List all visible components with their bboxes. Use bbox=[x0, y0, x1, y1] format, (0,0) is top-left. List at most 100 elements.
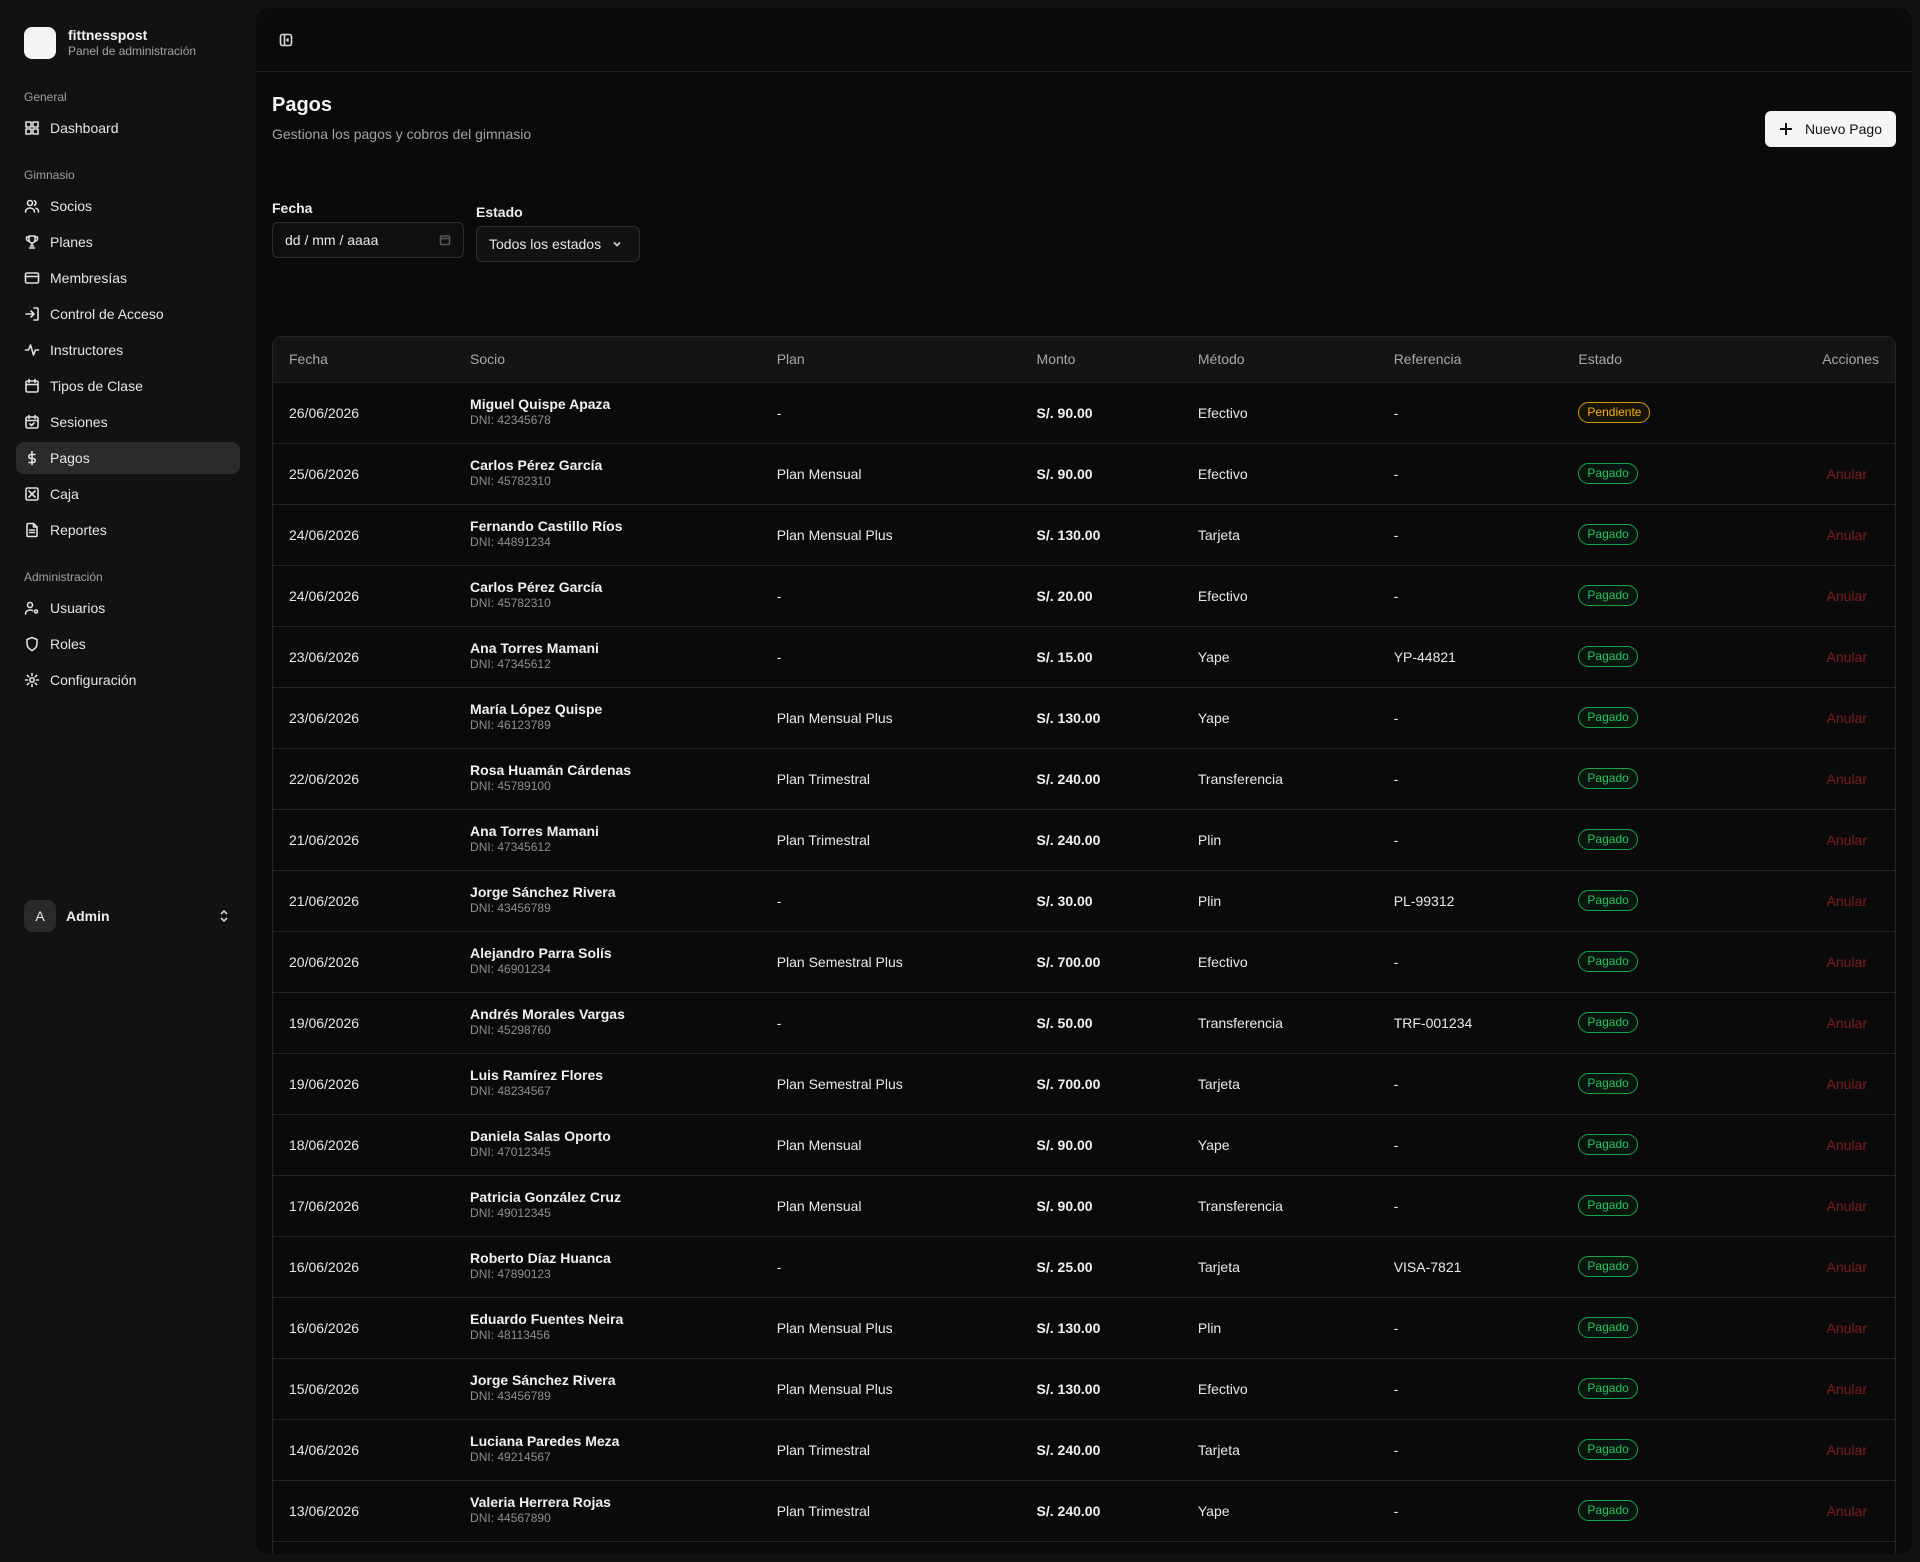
member-name: Rosa Huamán Cárdenas bbox=[470, 762, 632, 779]
sidebar-toggle-button[interactable] bbox=[272, 26, 300, 54]
column-header[interactable]: Acciones bbox=[1747, 337, 1895, 383]
sidebar-item-reportes[interactable]: Reportes bbox=[16, 514, 240, 546]
amount-cell: S/. 90.00 bbox=[1036, 1197, 1093, 1214]
column-header[interactable]: Método bbox=[1181, 337, 1378, 383]
void-payment-button[interactable]: Anular bbox=[1827, 588, 1879, 604]
table-row[interactable]: 16/06/2026 Eduardo Fuentes Neira DNI: 48… bbox=[273, 1297, 1895, 1358]
void-payment-button[interactable]: Anular bbox=[1827, 954, 1879, 970]
table-row[interactable]: 12/06/2026 Antonio Cárdenas Vega DNI: 41… bbox=[273, 1541, 1895, 1554]
table-row[interactable]: 19/06/2026 Andrés Morales Vargas DNI: 45… bbox=[273, 992, 1895, 1053]
table-row[interactable]: 23/06/2026 Ana Torres Mamani DNI: 473456… bbox=[273, 626, 1895, 687]
sidebar-item-dashboard[interactable]: Dashboard bbox=[16, 112, 240, 144]
void-payment-button[interactable]: Anular bbox=[1827, 893, 1879, 909]
void-payment-button[interactable]: Anular bbox=[1827, 1015, 1879, 1031]
sidebar-item-planes[interactable]: Planes bbox=[16, 226, 240, 258]
date-input[interactable]: dd / mm / aaaa bbox=[272, 222, 464, 258]
void-payment-button[interactable]: Anular bbox=[1827, 710, 1879, 726]
table-row[interactable]: 20/06/2026 Alejandro Parra Solís DNI: 46… bbox=[273, 931, 1895, 992]
method-cell: Efectivo bbox=[1197, 953, 1248, 970]
member-cell: Luis Ramírez Flores DNI: 48234567 bbox=[454, 1053, 761, 1114]
actions-cell: Anular bbox=[1747, 626, 1895, 687]
void-payment-button[interactable]: Anular bbox=[1827, 1320, 1879, 1336]
table-row[interactable]: 22/06/2026 Rosa Huamán Cárdenas DNI: 457… bbox=[273, 748, 1895, 809]
calendar-icon bbox=[439, 235, 451, 246]
column-header[interactable]: Monto bbox=[1020, 337, 1182, 383]
void-payment-button[interactable]: Anular bbox=[1827, 527, 1879, 543]
table-row[interactable]: 23/06/2026 María López Quispe DNI: 46123… bbox=[273, 687, 1895, 748]
amount-cell: S/. 240.00 bbox=[1036, 831, 1101, 848]
void-payment-button[interactable]: Anular bbox=[1827, 1198, 1879, 1214]
column-header[interactable]: Estado bbox=[1562, 337, 1748, 383]
member-cell: Luciana Paredes Meza DNI: 49214567 bbox=[454, 1419, 761, 1480]
void-payment-button[interactable]: Anular bbox=[1827, 1442, 1879, 1458]
column-header[interactable]: Plan bbox=[760, 337, 1021, 383]
sidebar-item-socios[interactable]: Socios bbox=[16, 190, 240, 222]
table-row[interactable]: 21/06/2026 Jorge Sánchez Rivera DNI: 434… bbox=[273, 870, 1895, 931]
member-cell: Fernando Castillo Ríos DNI: 44891234 bbox=[454, 504, 761, 565]
table-row[interactable]: 14/06/2026 Luciana Paredes Meza DNI: 492… bbox=[273, 1419, 1895, 1480]
status-cell: Pagado bbox=[1562, 1419, 1747, 1480]
table-row[interactable]: 25/06/2026 Carlos Pérez García DNI: 4578… bbox=[273, 443, 1895, 504]
member-cell: Alejandro Parra Solís DNI: 46901234 bbox=[454, 931, 761, 992]
table-row[interactable]: 19/06/2026 Luis Ramírez Flores DNI: 4823… bbox=[273, 1053, 1895, 1114]
user-menu[interactable]: A Admin bbox=[16, 896, 240, 936]
table-row[interactable]: 21/06/2026 Ana Torres Mamani DNI: 473456… bbox=[273, 809, 1895, 870]
table-row[interactable]: 26/06/2026 Miguel Quispe Apaza DNI: 4234… bbox=[273, 382, 1895, 443]
member-dni: DNI: 48113456 bbox=[470, 1328, 550, 1343]
table-row[interactable]: 24/06/2026 Carlos Pérez García DNI: 4578… bbox=[273, 565, 1895, 626]
sidebar-item-configuracion[interactable]: Configuración bbox=[16, 664, 240, 696]
brand[interactable]: fittnesspost Panel de administración bbox=[16, 16, 240, 64]
actions-cell: Anular bbox=[1747, 504, 1895, 565]
topbar bbox=[256, 8, 1912, 72]
status-select[interactable]: Todos los estados bbox=[476, 226, 640, 262]
reference-cell: - bbox=[1393, 404, 1399, 421]
status-cell: Pagado bbox=[1562, 1297, 1747, 1358]
member-name: Jorge Sánchez Rivera bbox=[470, 884, 616, 901]
sidebar-item-tipos-de-clase[interactable]: Tipos de Clase bbox=[16, 370, 240, 402]
new-payment-button[interactable]: Nuevo Pago bbox=[1764, 111, 1896, 147]
sidebar-item-caja[interactable]: Caja bbox=[16, 478, 240, 510]
date-cell: 19/06/2026 bbox=[289, 1014, 360, 1031]
date-filter-label: Fecha bbox=[272, 200, 313, 216]
member-cell: Miguel Quispe Apaza DNI: 42345678 bbox=[454, 382, 761, 443]
void-payment-button[interactable]: Anular bbox=[1827, 649, 1879, 665]
amount-cell: S/. 240.00 bbox=[1036, 770, 1101, 787]
status-cell: Pagado bbox=[1562, 870, 1747, 931]
sidebar-item-pagos[interactable]: Pagos bbox=[16, 442, 240, 474]
status-badge: Pagado bbox=[1578, 645, 1638, 668]
table-row[interactable]: 16/06/2026 Roberto Díaz Huanca DNI: 4789… bbox=[273, 1236, 1895, 1297]
sidebar-item-instructores[interactable]: Instructores bbox=[16, 334, 240, 366]
void-payment-button[interactable]: Anular bbox=[1827, 1503, 1879, 1519]
table-body: 26/06/2026 Miguel Quispe Apaza DNI: 4234… bbox=[273, 382, 1895, 1554]
void-payment-button[interactable]: Anular bbox=[1827, 1381, 1879, 1397]
void-payment-button[interactable]: Anular bbox=[1827, 1137, 1879, 1153]
table-row[interactable]: 24/06/2026 Fernando Castillo Ríos DNI: 4… bbox=[273, 504, 1895, 565]
activity-icon bbox=[24, 344, 40, 356]
reference-cell: PL-99312 bbox=[1393, 892, 1455, 909]
member-name: Daniela Salas Oporto bbox=[470, 1128, 611, 1145]
date-cell: 22/06/2026 bbox=[289, 770, 360, 787]
void-payment-button[interactable]: Anular bbox=[1827, 466, 1879, 482]
actions-cell: Anular bbox=[1747, 931, 1895, 992]
table-row[interactable]: 13/06/2026 Valeria Herrera Rojas DNI: 44… bbox=[273, 1480, 1895, 1541]
sidebar-item-membresias[interactable]: Membresías bbox=[16, 262, 240, 294]
sidebar-item-control-de-acceso[interactable]: Control de Acceso bbox=[16, 298, 240, 330]
amount-cell: S/. 700.00 bbox=[1036, 1075, 1101, 1092]
column-header[interactable]: Fecha bbox=[273, 337, 455, 383]
void-payment-button[interactable]: Anular bbox=[1827, 832, 1879, 848]
void-payment-button[interactable]: Anular bbox=[1827, 771, 1879, 787]
member-dni: DNI: 46123789 bbox=[470, 718, 551, 733]
sidebar-item-sesiones[interactable]: Sesiones bbox=[16, 406, 240, 438]
sidebar-item-usuarios[interactable]: Usuarios bbox=[16, 592, 240, 624]
table-row[interactable]: 18/06/2026 Daniela Salas Oporto DNI: 470… bbox=[273, 1114, 1895, 1175]
table-row[interactable]: 15/06/2026 Jorge Sánchez Rivera DNI: 434… bbox=[273, 1358, 1895, 1419]
sidebar-item-roles[interactable]: Roles bbox=[16, 628, 240, 660]
column-header[interactable]: Referencia bbox=[1377, 337, 1563, 383]
void-payment-button[interactable]: Anular bbox=[1827, 1076, 1879, 1092]
users-icon bbox=[24, 199, 40, 213]
void-payment-button[interactable]: Anular bbox=[1827, 1259, 1879, 1275]
member-name: Patricia González Cruz bbox=[470, 1189, 621, 1206]
table-row[interactable]: 17/06/2026 Patricia González Cruz DNI: 4… bbox=[273, 1175, 1895, 1236]
column-header[interactable]: Socio bbox=[454, 337, 761, 383]
member-cell: Andrés Morales Vargas DNI: 45298760 bbox=[454, 992, 761, 1053]
